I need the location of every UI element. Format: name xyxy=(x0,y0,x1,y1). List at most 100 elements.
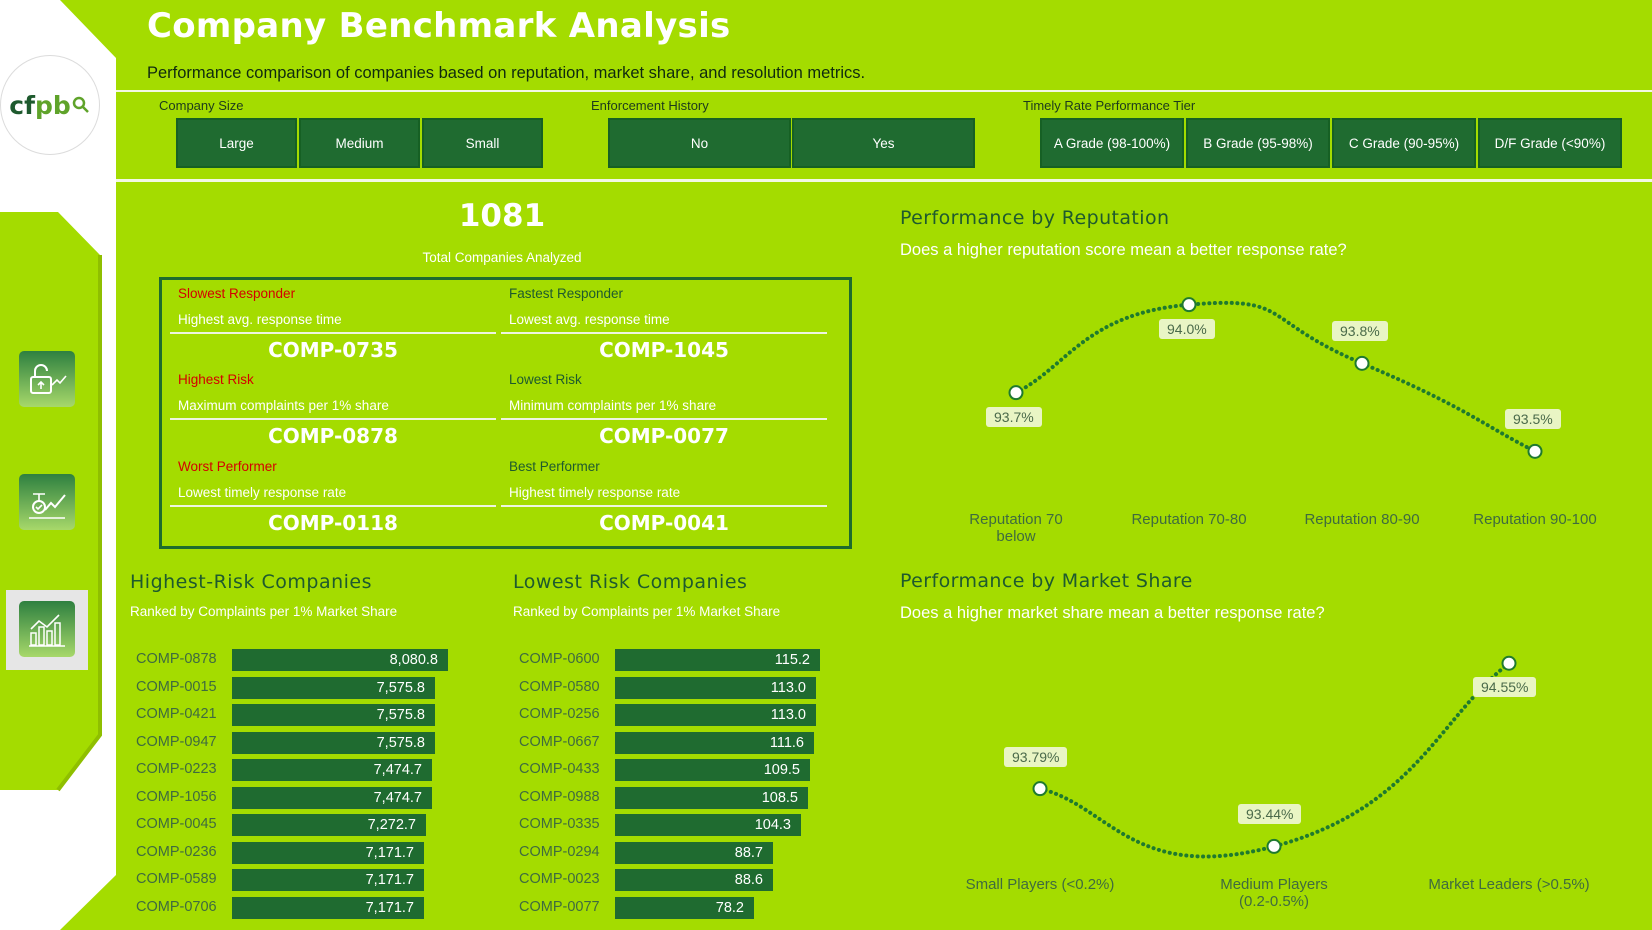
divider xyxy=(501,418,827,420)
filter-tier-df[interactable]: D/F Grade (<90%) xyxy=(1478,118,1622,168)
x-axis-tick-line: Reputation 70 xyxy=(969,511,1063,528)
highlight-title: Lowest Risk xyxy=(509,372,582,387)
highlight-value: COMP-0878 xyxy=(268,424,398,448)
bar-value-label: 7,474.7 xyxy=(373,762,422,778)
bar-row-label: COMP-0045 xyxy=(136,816,217,832)
bar-row-label: COMP-0256 xyxy=(519,706,600,722)
x-axis-tick-line: Reputation 70-80 xyxy=(1131,511,1247,528)
data-label: 94.0% xyxy=(1159,318,1215,339)
bar-value-label: 7,272.7 xyxy=(367,817,416,833)
filter-tier-c[interactable]: C Grade (90-95%) xyxy=(1332,118,1476,168)
highlight-desc: Lowest avg. response time xyxy=(509,312,670,327)
bar-value-label: 8,080.8 xyxy=(389,652,438,668)
highlight-desc: Minimum complaints per 1% share xyxy=(509,398,717,413)
data-label: 93.79% xyxy=(1004,746,1068,767)
filter-label-company-size: Company Size xyxy=(159,98,244,113)
series-line xyxy=(1014,300,1537,454)
highlight-value: COMP-0735 xyxy=(268,338,398,362)
x-axis-tick-line: Small Players (<0.2%) xyxy=(965,876,1115,893)
data-label: 93.44% xyxy=(1238,804,1302,825)
unlock-growth-icon xyxy=(30,364,67,394)
highest-risk-subtitle: Ranked by Complaints per 1% Market Share xyxy=(130,604,398,619)
highlight-value: COMP-1045 xyxy=(599,338,729,362)
highlight-fastest-responder: Fastest Responder Lowest avg. response t… xyxy=(501,280,827,366)
bar-row-label: COMP-0667 xyxy=(519,733,600,750)
highlight-highest-risk: Highest Risk Maximum complaints per 1% s… xyxy=(170,366,496,452)
highlight-title: Slowest Responder xyxy=(178,286,296,301)
bar-row-label: COMP-0589 xyxy=(136,871,217,887)
data-label: 93.5% xyxy=(1505,409,1561,430)
divider xyxy=(501,505,827,507)
lowest-risk-subtitle: Ranked by Complaints per 1% Market Share xyxy=(513,604,781,619)
reputation-chart-question: Does a higher reputation score mean a be… xyxy=(900,241,1347,259)
nav-bar-chart[interactable] xyxy=(19,601,75,657)
market-share-chart-title: Performance by Market Share xyxy=(900,570,1193,592)
bar-row-label: COMP-0015 xyxy=(136,678,217,695)
bar-value-label: 113.0 xyxy=(770,679,806,696)
bar-row-label: COMP-1056 xyxy=(136,788,217,805)
x-axis-tick-line: Medium Players xyxy=(1220,876,1328,893)
data-point[interactable] xyxy=(1032,781,1048,797)
page-subtitle: Performance comparison of companies base… xyxy=(147,64,866,82)
data-point[interactable] xyxy=(1501,655,1517,671)
filter-label-enforcement: Enforcement History xyxy=(591,98,709,113)
lowest-risk-title: Lowest Risk Companies xyxy=(513,571,748,593)
x-axis-tick-line: (0.2-0.5%) xyxy=(1238,893,1310,910)
filter-size-small[interactable]: Small xyxy=(422,118,543,168)
bar-value-label: 115.2 xyxy=(774,652,810,668)
x-axis-tick-line: below xyxy=(996,528,1036,545)
bar-value-label: 7,171.7 xyxy=(365,844,414,861)
bar-row-label: COMP-0236 xyxy=(136,843,217,860)
bar-value-label: 7,474.7 xyxy=(373,789,422,806)
bar-row-label: COMP-0600 xyxy=(519,651,600,667)
bar-chart-icon xyxy=(29,614,65,647)
filter-enforcement-yes[interactable]: Yes xyxy=(792,118,975,168)
data-point[interactable] xyxy=(1527,443,1543,459)
data-point[interactable] xyxy=(1266,838,1282,854)
bar-value-label: 88.7 xyxy=(734,844,763,861)
reputation-chart-title: Performance by Reputation xyxy=(900,207,1170,229)
bar-row-label: COMP-0433 xyxy=(519,761,600,777)
bar-row-label: COMP-0023 xyxy=(519,871,600,887)
kpi-total-companies-value: 1081 xyxy=(458,198,546,234)
x-axis-tick-label: Reputation 80-90 xyxy=(1272,511,1452,528)
bar-value-label: 7,575.8 xyxy=(376,707,425,723)
highlight-title: Worst Performer xyxy=(178,459,277,474)
bar-value-label: 104.3 xyxy=(754,817,791,833)
bar-value-label: 7,575.8 xyxy=(376,679,425,696)
nav-unlock-growth[interactable] xyxy=(19,351,75,407)
filter-tier-a[interactable]: A Grade (98-100%) xyxy=(1040,118,1184,168)
highlight-slowest-responder: Slowest Responder Highest avg. response … xyxy=(170,280,496,366)
data-point[interactable] xyxy=(1181,297,1197,313)
highlight-value: COMP-0077 xyxy=(599,424,729,448)
market-share-line-chart xyxy=(1032,655,1517,859)
bar-value-label: 7,171.7 xyxy=(365,872,414,888)
bar-value-label: 7,575.8 xyxy=(376,734,425,751)
x-axis-tick-line: Reputation 80-90 xyxy=(1304,511,1420,528)
data-label: 93.7% xyxy=(986,406,1042,427)
filter-tier-b[interactable]: B Grade (95-98%) xyxy=(1186,118,1330,168)
bar-value-label: 111.6 xyxy=(769,734,804,751)
highlights-card: Slowest Responder Highest avg. response … xyxy=(159,277,852,549)
bar-row-label: COMP-0580 xyxy=(519,678,600,695)
data-point[interactable] xyxy=(1008,385,1024,401)
filter-size-medium[interactable]: Medium xyxy=(299,118,420,168)
magnifier-icon xyxy=(72,96,89,113)
divider xyxy=(501,332,827,334)
filter-size-large[interactable]: Large xyxy=(176,118,297,168)
filter-enforcement-no[interactable]: No xyxy=(608,118,791,168)
bar-row-label: COMP-0947 xyxy=(136,733,217,750)
data-point[interactable] xyxy=(1354,355,1370,371)
bar-row-label: COMP-0223 xyxy=(136,761,217,777)
bar-value-label: 109.5 xyxy=(763,762,800,778)
highlight-worst-performer: Worst Performer Lowest timely response r… xyxy=(170,453,496,539)
highest-risk-title: Highest-Risk Companies xyxy=(130,571,372,593)
highlight-best-performer: Best Performer Highest timely response r… xyxy=(501,453,827,539)
divider xyxy=(170,505,496,507)
highlight-desc: Lowest timely response rate xyxy=(178,485,347,500)
kpi-total-companies-label: Total Companies Analyzed xyxy=(422,250,582,265)
nav-checkmark-trend[interactable] xyxy=(19,474,75,530)
bar-value-label: 7,171.7 xyxy=(365,899,414,916)
bar-row-label: COMP-0335 xyxy=(519,816,600,832)
bar-value-label: 113.0 xyxy=(770,707,806,723)
